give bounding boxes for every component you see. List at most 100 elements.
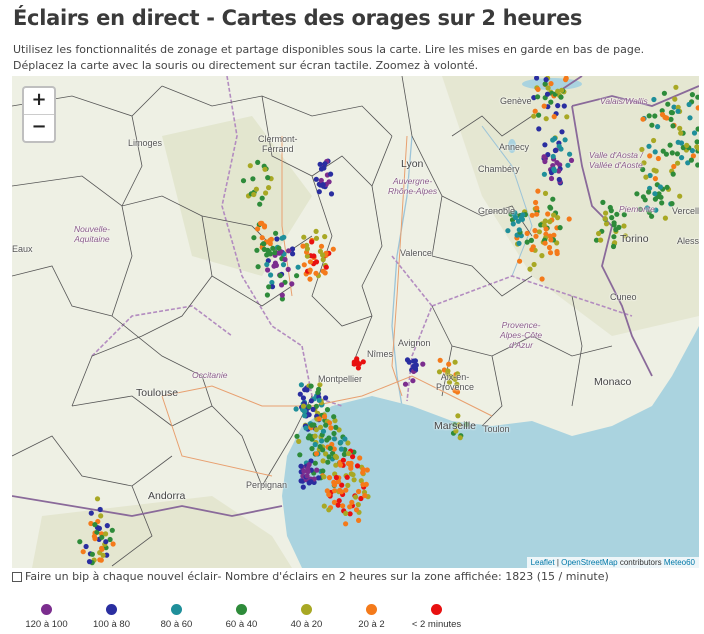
lightning-strike-dot bbox=[607, 204, 613, 211]
lightning-strike-dot bbox=[536, 126, 542, 132]
lightning-strike-dot bbox=[325, 459, 331, 465]
label-occitanie: Occitanie bbox=[192, 370, 228, 380]
lightning-strike-dot bbox=[457, 435, 463, 441]
lightning-strike-dot bbox=[338, 439, 344, 445]
lightning-strike-dot bbox=[276, 245, 282, 251]
lightning-strike-dot bbox=[313, 427, 319, 433]
lightning-strike-dot bbox=[406, 359, 412, 365]
lightning-strike-dot bbox=[265, 175, 271, 181]
lightning-strike-dot bbox=[529, 246, 535, 253]
lightning-strike-dot bbox=[345, 482, 351, 488]
lightning-strike-dot bbox=[307, 276, 313, 282]
lightning-strike-dot bbox=[455, 413, 461, 419]
zoom-in-button[interactable]: + bbox=[24, 88, 54, 114]
label-alessandria: Alessa bbox=[677, 236, 699, 246]
lightning-strike-dot bbox=[649, 122, 655, 128]
lightning-strike-dot bbox=[343, 510, 349, 516]
lightning-strike-dot bbox=[687, 115, 693, 121]
lightning-strike-dot bbox=[276, 250, 282, 256]
beep-label[interactable]: Faire un bip à chaque nouvel éclair bbox=[25, 570, 218, 583]
lightning-strike-dot bbox=[266, 284, 272, 290]
lightning-strike-dot bbox=[305, 465, 311, 471]
label-piemonte: Piemonte bbox=[619, 204, 655, 214]
lightning-strike-dot bbox=[544, 91, 551, 97]
lightning-strike-dot bbox=[110, 541, 116, 547]
zoom-out-button[interactable]: − bbox=[24, 114, 54, 141]
lightning-strike-dot bbox=[332, 488, 338, 494]
lightning-strike-dot bbox=[312, 441, 318, 448]
lightning-strike-dot bbox=[669, 110, 676, 116]
lightning-strike-dot bbox=[333, 462, 339, 468]
page-title: Éclairs en direct - Cartes des orages su… bbox=[13, 6, 583, 30]
meteo60-link[interactable]: Meteo60 bbox=[664, 558, 695, 567]
lightning-strike-dot bbox=[279, 292, 285, 298]
lightning-strike-dot bbox=[103, 539, 109, 545]
lightning-strike-dot bbox=[533, 199, 539, 206]
osm-link[interactable]: OpenStreetMap bbox=[561, 558, 617, 567]
lightning-strike-dot bbox=[302, 413, 308, 419]
lightning-strike-dot bbox=[304, 246, 310, 252]
legend-label: 40 à 20 bbox=[290, 619, 323, 630]
lightning-strike-dot bbox=[96, 525, 102, 531]
lightning-strike-dot bbox=[673, 84, 679, 90]
lightning-strike-dot bbox=[298, 478, 304, 484]
lightning-strike-dot bbox=[320, 257, 326, 263]
lightning-strike-dot bbox=[354, 463, 361, 469]
label-avignon: Avignon bbox=[398, 338, 431, 348]
lightning-strike-dot bbox=[83, 543, 89, 550]
lightning-strike-dot bbox=[411, 358, 417, 364]
lightning-strike-dot bbox=[309, 239, 315, 245]
beep-checkbox[interactable] bbox=[12, 571, 22, 582]
lightning-strike-dot bbox=[259, 235, 265, 241]
lightning-strike-dot bbox=[548, 175, 555, 182]
lightning-strike-dot bbox=[561, 103, 567, 109]
lightning-strike-dot bbox=[309, 422, 315, 428]
lightning-strike-dot bbox=[255, 226, 261, 232]
lightning-strike-dot bbox=[527, 266, 533, 272]
lightning-strike-dot bbox=[671, 163, 677, 170]
lightning-strike-dot bbox=[320, 447, 326, 453]
lightning-strike-dot bbox=[327, 445, 333, 451]
lightning-strike-dot bbox=[664, 184, 670, 190]
lightning-strike-dot bbox=[357, 455, 363, 461]
leaflet-link[interactable]: Leaflet bbox=[531, 558, 555, 567]
lightning-strike-dot bbox=[542, 218, 548, 224]
lightning-strike-dot bbox=[305, 435, 311, 441]
lightning-strike-dot bbox=[354, 356, 360, 362]
lightning-strike-dot bbox=[300, 403, 307, 409]
lightning-strike-dot bbox=[304, 473, 310, 479]
lightning-strike-dot bbox=[336, 498, 342, 504]
lightning-strike-dot bbox=[255, 264, 261, 270]
lightning-strike-dot bbox=[316, 386, 322, 392]
lightning-strike-dot bbox=[541, 154, 547, 160]
lightning-strike-dot bbox=[268, 272, 274, 278]
lightning-strike-dot bbox=[240, 178, 247, 184]
lightning-strike-dot bbox=[350, 472, 356, 478]
legend-item: 100 à 80 bbox=[79, 604, 144, 630]
lightning-map[interactable]: Limoges Clermont- Ferrand Lyon Auvergne-… bbox=[12, 76, 699, 568]
lightning-strike-dot bbox=[694, 139, 699, 145]
lightning-strike-dot bbox=[548, 237, 554, 243]
lightning-strike-dot bbox=[80, 549, 86, 555]
lightning-strike-dot bbox=[335, 502, 341, 508]
lightning-strike-dot bbox=[510, 221, 516, 227]
lightning-strike-dot bbox=[684, 142, 690, 148]
lightning-strike-dot bbox=[548, 99, 554, 105]
lightning-strike-dot bbox=[294, 273, 300, 279]
lightning-strike-dot bbox=[663, 151, 670, 157]
lightning-strike-dot bbox=[307, 267, 313, 273]
lightning-strike-dot bbox=[279, 282, 285, 288]
lightning-strike-dot bbox=[97, 506, 103, 513]
lightning-strike-dot bbox=[353, 360, 359, 366]
lightning-strike-dot bbox=[324, 437, 330, 443]
lightning-strike-dot bbox=[294, 433, 300, 439]
lightning-strike-dot bbox=[665, 101, 671, 107]
lightning-strike-dot bbox=[333, 474, 339, 481]
lightning-strike-dot bbox=[321, 474, 327, 480]
lightning-strike-dot bbox=[552, 168, 558, 174]
lightning-strike-dot bbox=[340, 457, 346, 463]
map-attribution: Leaflet | OpenStreetMap contributors Met… bbox=[526, 557, 699, 568]
label-geneve: Genève bbox=[500, 96, 532, 106]
lightning-strike-dot bbox=[344, 474, 350, 480]
lightning-strike-dot bbox=[320, 458, 326, 464]
